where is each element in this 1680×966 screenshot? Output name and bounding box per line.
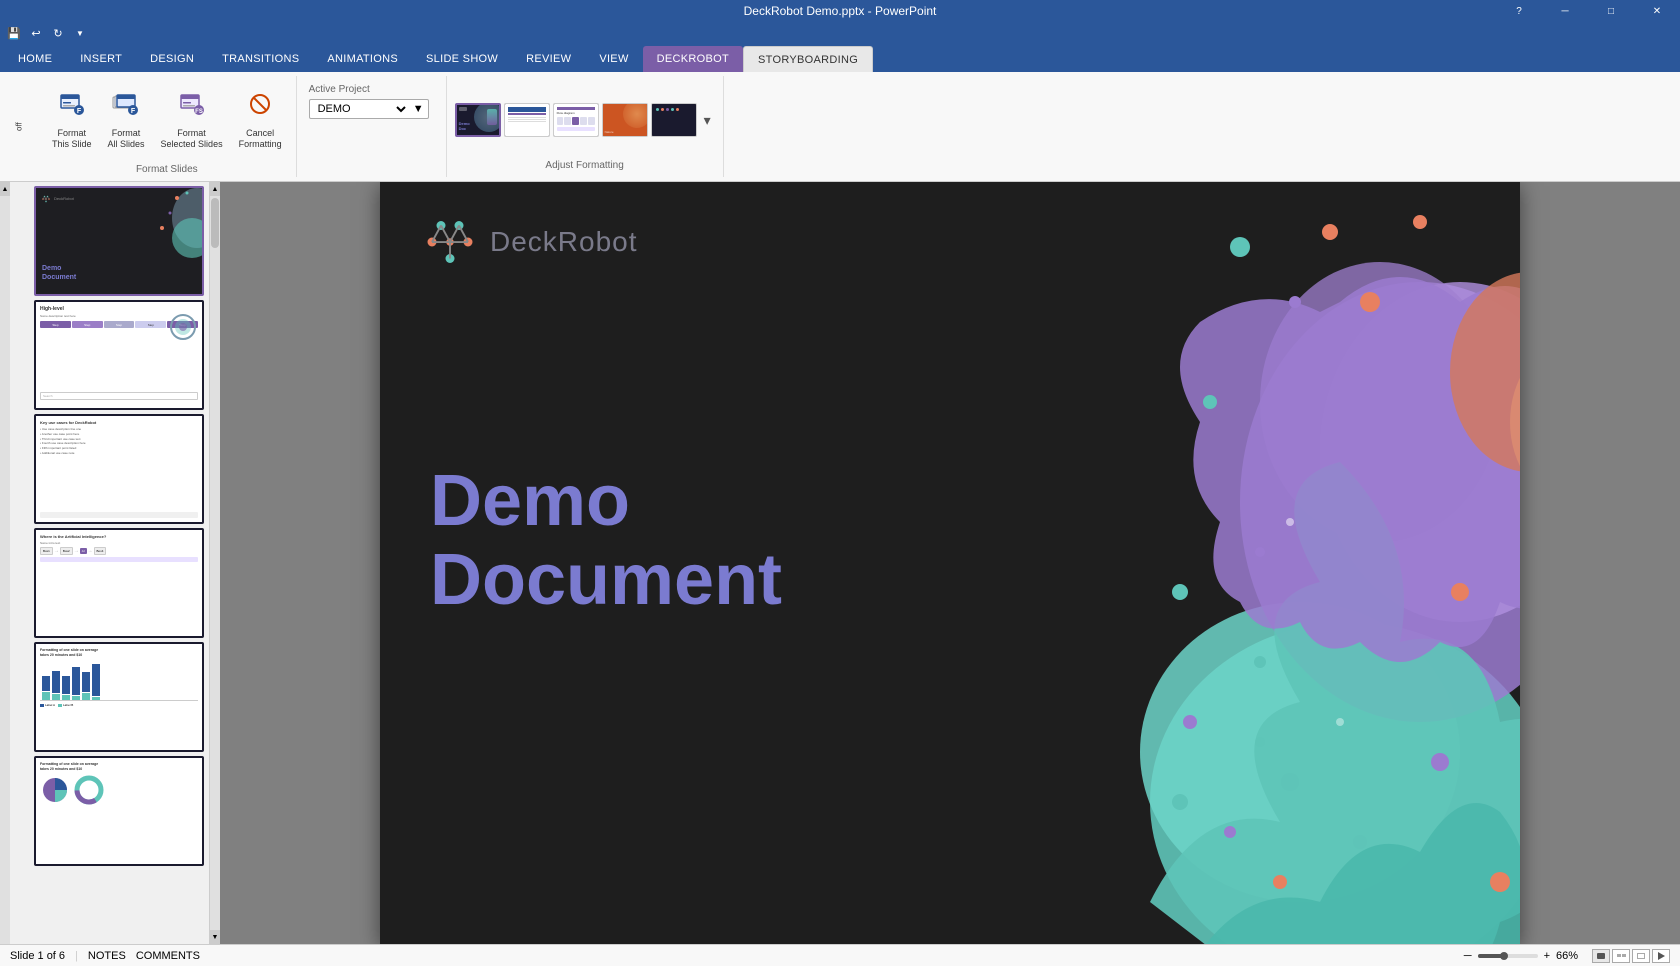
minimize-button[interactable]: ─ xyxy=(1542,0,1588,22)
format-thumb-3[interactable]: Flow diagram xyxy=(553,103,599,137)
slide-title-area: Demo Document xyxy=(430,462,782,620)
slide-logo-text: DeckRobot xyxy=(490,226,638,258)
tab-storyboarding[interactable]: STORYBOARDING xyxy=(743,46,873,72)
view-buttons xyxy=(1592,949,1670,963)
tab-home[interactable]: HOME xyxy=(4,46,66,72)
slide-thumb-1[interactable]: 1 xyxy=(34,186,204,296)
slide-logo: DeckRobot xyxy=(420,212,638,272)
canvas-area: DeckRobot Demo Document xyxy=(220,182,1680,944)
format-thumb-5[interactable] xyxy=(651,103,697,137)
slide-count: Slide 1 of 6 xyxy=(10,950,65,962)
window-title: DeckRobot Demo.pptx - PowerPoint xyxy=(744,4,937,18)
tab-review[interactable]: REVIEW xyxy=(512,46,585,72)
off-section: off xyxy=(0,76,38,177)
format-thumb-1[interactable]: DemoDoc xyxy=(455,103,501,137)
save-button[interactable]: 💾 xyxy=(4,24,24,42)
dropdown-arrow-icon: ▼ xyxy=(413,103,424,115)
abstract-decoration xyxy=(800,182,1520,944)
format-selected-button[interactable]: FS FormatSelected Slides xyxy=(155,85,229,155)
customize-qa-button[interactable]: ▼ xyxy=(70,24,90,42)
panel-scroll-down-arrow[interactable]: ▼ xyxy=(210,930,220,944)
slide-thumb-3[interactable]: 3 Key use cases for DeckRobot • Use case… xyxy=(34,414,204,524)
adjust-formatting-label: Adjust Formatting xyxy=(455,160,715,173)
format-selected-label: FormatSelected Slides xyxy=(161,128,223,150)
status-bar: Slide 1 of 6 | NOTES COMMENTS ─ + 66% xyxy=(0,944,1680,966)
tab-slideshow[interactable]: SLIDE SHOW xyxy=(412,46,512,72)
ribbon-tab-bar: HOME INSERT DESIGN TRANSITIONS ANIMATION… xyxy=(0,44,1680,72)
close-button[interactable]: ✕ xyxy=(1634,0,1680,22)
cancel-formatting-label: CancelFormatting xyxy=(239,128,282,150)
comments-button[interactable]: COMMENTS xyxy=(136,950,200,962)
quick-access-toolbar: 💾 ↩ ↻ ▼ xyxy=(0,22,1680,44)
slide-thumb-6[interactable]: 6 Formatting of one slide on averagetake… xyxy=(34,756,204,866)
tab-animations[interactable]: ANIMATIONS xyxy=(313,46,412,72)
format-this-slide-button[interactable]: F FormatThis Slide xyxy=(46,85,98,155)
slide-sorter-button[interactable] xyxy=(1612,949,1630,963)
cancel-formatting-icon xyxy=(246,91,274,125)
slide-title-line1: Demo Document xyxy=(430,462,782,620)
cancel-formatting-button[interactable]: CancelFormatting xyxy=(233,85,288,155)
slide-thumb-2[interactable]: 2 High-level Some description text here … xyxy=(34,300,204,410)
slide-panel: 1 xyxy=(10,182,210,944)
slide-thumb-4[interactable]: 4 Where is the Artificial Intelligence? … xyxy=(34,528,204,638)
more-thumbnails-button[interactable]: ▾ xyxy=(700,112,715,129)
help-button[interactable]: ? xyxy=(1496,0,1542,22)
adjust-formatting-group: DemoDoc xyxy=(447,76,724,177)
zoom-slider[interactable] xyxy=(1478,954,1538,958)
ribbon: off F FormatTh xyxy=(0,72,1680,182)
tab-insert[interactable]: INSERT xyxy=(66,46,136,72)
svg-text:FS: FS xyxy=(195,109,203,115)
notes-button[interactable]: NOTES xyxy=(88,950,126,962)
tab-deckrobot[interactable]: DECKROBOT xyxy=(643,46,743,72)
panel-scrollbar[interactable]: ▲ ▼ xyxy=(210,182,220,944)
format-thumb-2[interactable] xyxy=(504,103,550,137)
format-thumb-4[interactable]: Nature xyxy=(602,103,648,137)
zoom-out-button[interactable]: ─ xyxy=(1464,950,1472,962)
main-area: ▲ 1 xyxy=(0,182,1680,944)
zoom-level: 66% xyxy=(1556,950,1586,962)
redo-button[interactable]: ↻ xyxy=(48,24,68,42)
normal-view-button[interactable] xyxy=(1592,949,1610,963)
off-button[interactable]: off xyxy=(4,94,34,159)
format-this-slide-label: FormatThis Slide xyxy=(52,128,92,150)
project-dropdown[interactable]: DEMO ▼ xyxy=(309,99,429,119)
format-selected-icon: FS xyxy=(178,91,206,125)
format-all-slides-icon: F xyxy=(112,91,140,125)
tab-transitions[interactable]: TRANSITIONS xyxy=(208,46,313,72)
svg-text:F: F xyxy=(131,108,136,115)
svg-text:F: F xyxy=(77,108,82,115)
panel-scroll-up[interactable]: ▲ xyxy=(0,182,10,196)
maximize-button[interactable]: □ xyxy=(1588,0,1634,22)
reading-view-button[interactable] xyxy=(1632,949,1650,963)
slide-thumb-5[interactable]: 5 Formatting of one slide on averagetake… xyxy=(34,642,204,752)
panel-scroll-thumb[interactable] xyxy=(211,198,219,248)
slideshow-view-button[interactable] xyxy=(1652,949,1670,963)
format-all-slides-label: FormatAll Slides xyxy=(108,128,145,150)
title-bar: DeckRobot Demo.pptx - PowerPoint ? ─ □ ✕ xyxy=(0,0,1680,22)
format-slides-label: Format Slides xyxy=(136,164,198,177)
project-select[interactable]: DEMO xyxy=(314,102,409,116)
zoom-in-button[interactable]: + xyxy=(1544,950,1550,962)
panel-scroll-up-arrow[interactable]: ▲ xyxy=(210,182,220,196)
tab-view[interactable]: VIEW xyxy=(585,46,642,72)
tab-design[interactable]: DESIGN xyxy=(136,46,208,72)
active-project-label: Active Project xyxy=(309,84,434,95)
format-this-slide-icon: F xyxy=(58,91,86,125)
format-slides-group: F FormatThis Slide F xyxy=(38,76,297,177)
undo-button[interactable]: ↩ xyxy=(26,24,46,42)
format-all-slides-button[interactable]: F FormatAll Slides xyxy=(102,85,151,155)
main-slide[interactable]: DeckRobot Demo Document xyxy=(380,182,1520,944)
